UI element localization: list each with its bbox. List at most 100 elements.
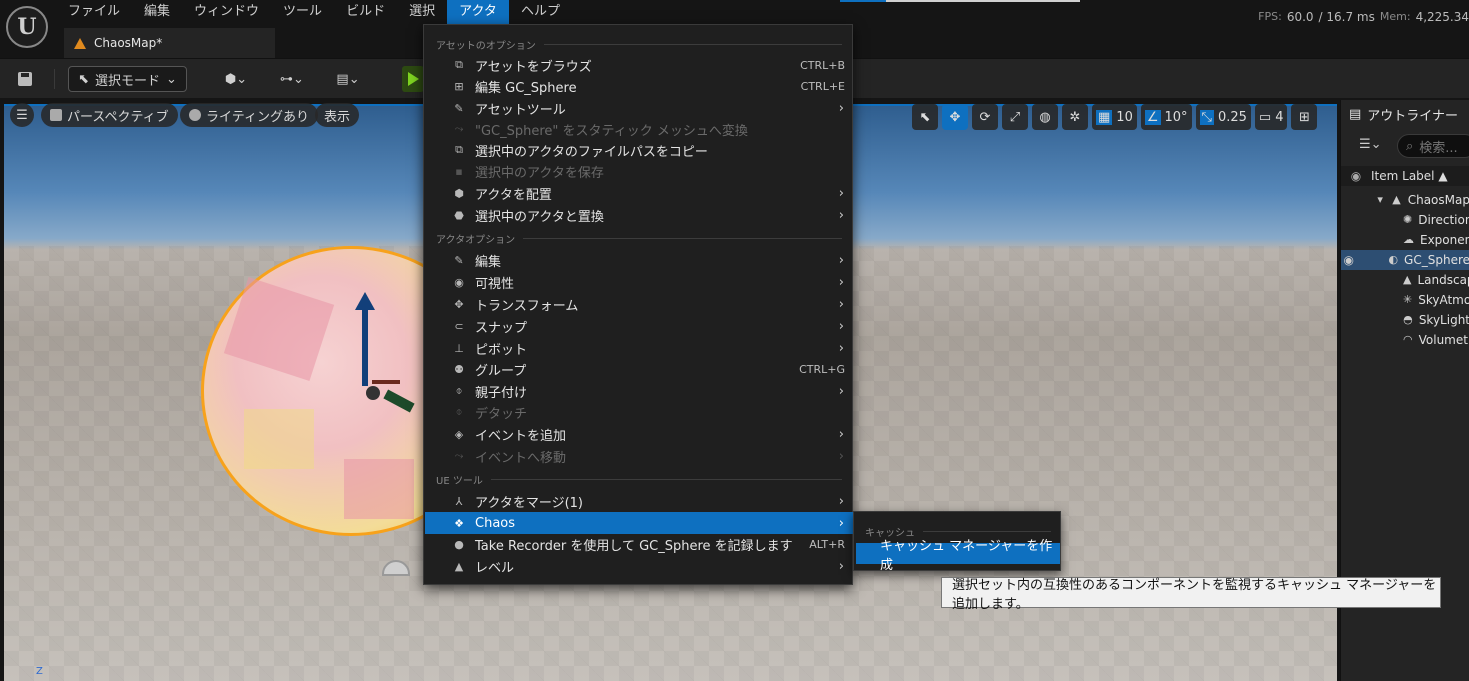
- outliner-row[interactable]: ☁ ExponentialHeightFog: [1341, 230, 1469, 250]
- viewport-menu-button[interactable]: ☰: [10, 103, 34, 127]
- section-label: アセットのオプション: [436, 41, 536, 52]
- goto-event-icon: ⤳: [454, 449, 464, 462]
- menu-copy-file-path[interactable]: ⧉ 選択中のアクタのファイルパスをコピー: [425, 139, 853, 161]
- edit-asset-icon: ⊞: [454, 79, 464, 93]
- group-icon: ⚉: [454, 362, 464, 376]
- document-tab[interactable]: ChaosMap*: [64, 28, 275, 58]
- convert-icon: ⤳: [454, 122, 464, 135]
- menu-select[interactable]: 選択: [397, 0, 447, 24]
- outliner-row[interactable]: ✺ DirectionalLight: [1341, 210, 1469, 230]
- menu-item-label: グループ: [475, 363, 527, 379]
- outliner-row[interactable]: ◠ VolumetricCloud: [1341, 330, 1469, 350]
- menu-tools[interactable]: ツール: [271, 0, 334, 24]
- camera-speed-button[interactable]: ▭ 4: [1254, 104, 1288, 130]
- perspective-label: パースペクティブ: [67, 109, 169, 125]
- toolbar-divider: [54, 69, 55, 89]
- menu-pivot[interactable]: ⊥ ピボット ›: [425, 337, 853, 359]
- grid-snap-button[interactable]: ▦ 10: [1092, 104, 1137, 130]
- perspective-button[interactable]: パースペクティブ: [41, 103, 178, 127]
- outliner-row[interactable]: ✳ SkyAtmosphere: [1341, 290, 1469, 310]
- menu-merge-actors[interactable]: ⅄ アクタをマージ(1) ›: [425, 490, 853, 512]
- blueprint-button[interactable]: ⊶⌄: [272, 66, 312, 92]
- menu-place-actor[interactable]: ⬢ アクタを配置 ›: [425, 182, 853, 204]
- menu-take-recorder[interactable]: ● Take Recorder を使用して GC_Sphere を記録します ALT…: [425, 533, 853, 555]
- menu-goto-event: ⤳ イベントへ移動 ›: [425, 445, 853, 467]
- menu-group[interactable]: ⚉ グループ CTRL+G: [425, 358, 853, 380]
- mode-dropdown[interactable]: ⬉ 選択モード ⌄: [68, 66, 187, 92]
- create-cache-manager-item[interactable]: キャッシュ マネージャーを作成: [856, 539, 1060, 573]
- menu-edit-asset[interactable]: ⊞ 編集 GC_Sphere CTRL+E: [425, 75, 853, 97]
- menu-transform[interactable]: ✥ トランスフォーム ›: [425, 293, 853, 315]
- eye-icon[interactable]: ◉: [1341, 253, 1356, 267]
- cinematics-button[interactable]: ▤⌄: [328, 66, 368, 92]
- menu-window[interactable]: ウィンドウ: [182, 0, 271, 24]
- section-actor-options: アクタオプション: [436, 231, 842, 246]
- menu-item-label: アセットをブラウズ: [475, 59, 592, 75]
- gizmo-center[interactable]: [366, 386, 380, 400]
- menu-save-actor: ▪ 選択中のアクタを保存: [425, 160, 853, 182]
- rotation-snap-button[interactable]: ∠ 10°: [1140, 104, 1192, 130]
- level-icon: ▲: [454, 559, 464, 573]
- outliner-row-chaosmap[interactable]: ▾ ▲ ChaosMap: [1341, 190, 1469, 210]
- gizmo-x-axis[interactable]: [372, 380, 400, 384]
- menu-attach[interactable]: ⌽ 親子付け ›: [425, 380, 853, 402]
- gizmo-z-axis[interactable]: [355, 292, 375, 386]
- outliner-search-input[interactable]: ⌕ 検索...: [1397, 134, 1469, 158]
- grid-snap-value: 10: [1116, 109, 1133, 125]
- menu-actor[interactable]: アクタ: [447, 0, 509, 24]
- surface-snap-button[interactable]: ✲: [1062, 104, 1088, 130]
- row-label: ChaosMap: [1407, 193, 1469, 207]
- filter-button[interactable]: ☰⌄: [1359, 137, 1382, 152]
- menu-help[interactable]: ヘルプ: [509, 0, 572, 24]
- fps-value: 60.0: [1286, 10, 1314, 24]
- menu-chaos[interactable]: ❖ Chaos ›: [425, 512, 853, 534]
- viewport-layout-button[interactable]: ⊞: [1291, 104, 1318, 130]
- chevron-right-icon: ›: [838, 515, 844, 531]
- row-label: SkyLight: [1418, 313, 1469, 327]
- menu-level[interactable]: ▲ レベル ›: [425, 555, 853, 577]
- chevron-right-icon: ›: [838, 383, 844, 399]
- outliner-column-header[interactable]: ◉ Item Label ▲: [1341, 166, 1469, 186]
- copy-icon: ⧉: [455, 143, 463, 156]
- globe-icon: ◍: [1039, 109, 1051, 125]
- menu-replace-actor[interactable]: ⬣ 選択中のアクタと置換 ›: [425, 204, 853, 226]
- menu-snap[interactable]: ⊂ スナップ ›: [425, 315, 853, 337]
- scale-icon: ⤢: [1009, 109, 1021, 125]
- perf-stats: FPS: 60.0 / 16.7 ms Mem: 4,225.34: [1258, 10, 1469, 24]
- document-tab-label: ChaosMap*: [94, 36, 163, 50]
- menu-edit[interactable]: ✎ 編集 ›: [425, 249, 853, 271]
- scale-tool-button[interactable]: ⤢: [1002, 104, 1028, 130]
- add-actor-button[interactable]: ⬢⌄: [216, 66, 256, 92]
- menu-visibility[interactable]: ◉ 可視性 ›: [425, 271, 853, 293]
- lighting-button[interactable]: ライティングあり: [180, 103, 318, 127]
- chevron-right-icon: ›: [838, 448, 844, 464]
- scale-snap-button[interactable]: ⤡ 0.25: [1195, 104, 1251, 130]
- section-asset-options: アセットのオプション: [436, 37, 842, 52]
- mode-label: 選択モード: [94, 73, 160, 89]
- camera-icon: ▭: [1258, 109, 1272, 125]
- translate-tool-button[interactable]: ✥: [942, 104, 968, 130]
- menu-asset-tools[interactable]: ✎ アセットツール ›: [425, 97, 853, 119]
- save-icon: [18, 72, 32, 86]
- world-local-button[interactable]: ◍: [1032, 104, 1058, 130]
- show-button[interactable]: 表示: [315, 103, 360, 127]
- play-button[interactable]: [402, 66, 424, 92]
- select-tool-button[interactable]: ⬉: [912, 104, 938, 130]
- menu-file[interactable]: ファイル: [56, 0, 132, 24]
- menu-build[interactable]: ビルド: [334, 0, 397, 24]
- unreal-logo[interactable]: U: [6, 6, 48, 48]
- outliner-row[interactable]: ▲ Landscape: [1341, 270, 1469, 290]
- menu-browse-asset[interactable]: ⧉ アセットをブラウズ CTRL+B: [425, 54, 853, 76]
- section-label: UE ツール: [436, 476, 483, 487]
- outliner-row-selected[interactable]: ◉ ◐ GC_Sphere: [1341, 250, 1469, 270]
- filter-icon: ☰⌄: [1359, 137, 1382, 152]
- outliner-row[interactable]: ◓ SkyLight: [1341, 310, 1469, 330]
- event-icon: ◈: [454, 427, 464, 441]
- show-label: 表示: [324, 109, 351, 125]
- rotate-tool-button[interactable]: ⟳: [972, 104, 998, 130]
- row-label: VolumetricCloud: [1418, 333, 1469, 347]
- menu-edit[interactable]: 編集: [132, 0, 182, 24]
- menu-add-event[interactable]: ◈ イベントを追加 ›: [425, 423, 853, 445]
- save-button[interactable]: [12, 66, 38, 92]
- save-icon: ▪: [455, 164, 463, 178]
